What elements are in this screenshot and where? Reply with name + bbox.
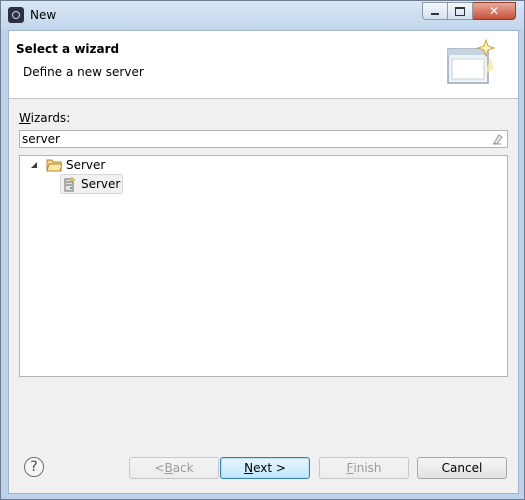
minimize-icon [431, 12, 439, 15]
folder-icon [46, 159, 62, 172]
eclipse-app-icon [8, 7, 24, 23]
finish-button[interactable]: Finish [319, 457, 409, 479]
maximize-button[interactable] [448, 2, 473, 20]
wizard-filter-input[interactable] [22, 131, 482, 147]
title-bar[interactable]: New ✕ [1, 1, 524, 30]
back-button[interactable]: < Back [129, 457, 219, 479]
maximize-icon [455, 6, 465, 16]
clear-filter-icon[interactable] [491, 133, 503, 145]
banner-title: Select a wizard [16, 42, 120, 56]
wizard-banner: Select a wizard Define a new server [9, 31, 518, 99]
new-wizard-dialog: New ✕ Select a wizard Define a new serve… [0, 0, 525, 500]
expand-arrow-icon[interactable] [30, 161, 38, 169]
close-icon: ✕ [488, 4, 500, 18]
wizard-tree[interactable]: Server Server [19, 155, 508, 377]
wizard-banner-icon [447, 39, 496, 84]
minimize-button[interactable] [422, 2, 448, 20]
close-button[interactable]: ✕ [473, 2, 516, 20]
next-button[interactable]: Next > [220, 457, 310, 479]
help-button[interactable]: ? [24, 457, 44, 477]
window-title: New [30, 8, 57, 22]
cancel-button[interactable]: Cancel [417, 457, 507, 479]
window-controls: ✕ [422, 2, 516, 21]
wizard-filter-field[interactable] [19, 130, 508, 148]
tree-item-server-category[interactable]: Server [30, 156, 105, 174]
tree-item-label: Server [66, 158, 106, 172]
tree-item-server-wizard[interactable]: Server [60, 174, 124, 194]
tree-item-label: Server [81, 177, 121, 191]
help-icon: ? [30, 459, 38, 475]
wizards-label: Wizards: [19, 111, 71, 125]
server-wizard-icon [64, 176, 76, 192]
dialog-content: Select a wizard Define a new server Wiza… [8, 30, 519, 494]
banner-description: Define a new server [23, 65, 144, 79]
